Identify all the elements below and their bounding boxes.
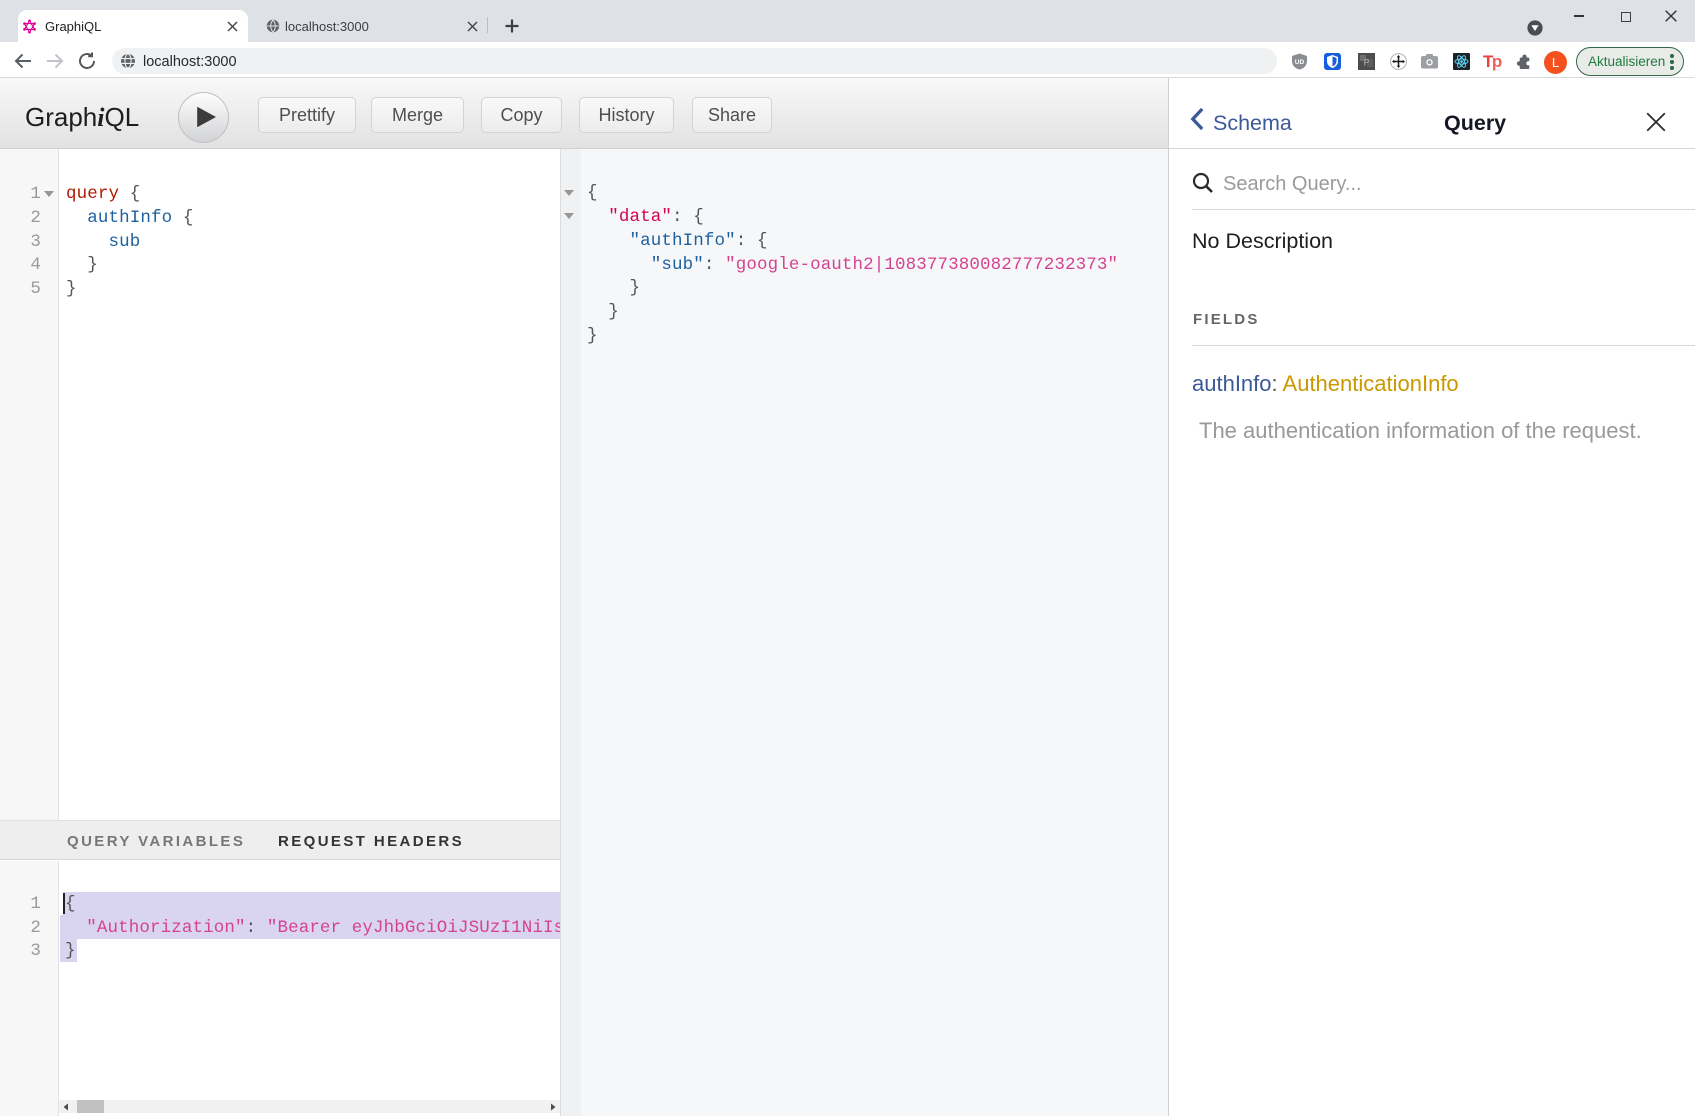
svg-text:UD: UD [1295, 59, 1305, 66]
svg-text:P: P [1363, 58, 1369, 68]
